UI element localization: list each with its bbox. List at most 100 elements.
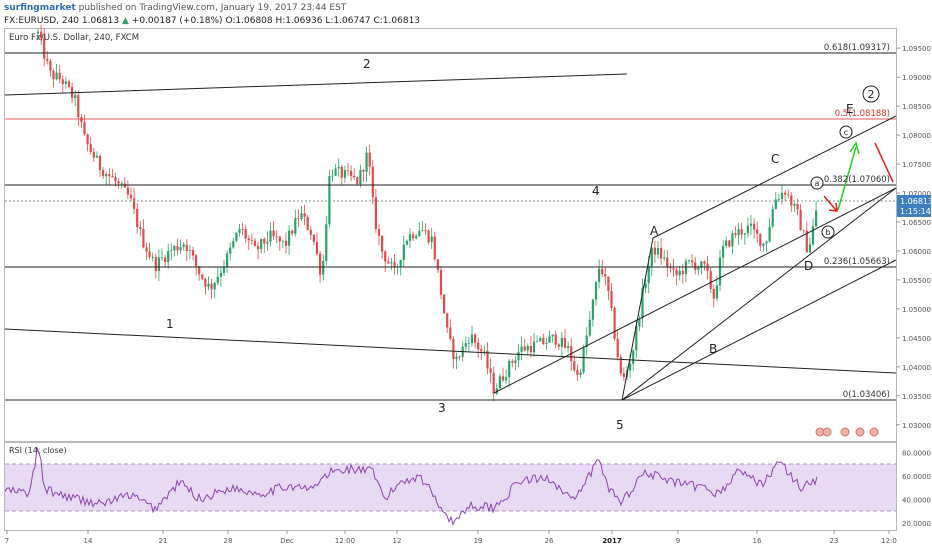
candle-body [408,234,412,241]
fib-label-382: 0.382(1.07060) [824,175,890,185]
candle-body [337,166,340,169]
candle-body [622,373,625,378]
candle-body [703,261,706,264]
candle-body [238,228,241,233]
candle-body [179,247,182,251]
chart-canvas[interactable]: 1.095001.090001.085001.080001.075001.070… [0,0,932,550]
candle-body [660,247,663,259]
candle-body [210,283,213,290]
candle-body [802,230,805,232]
fib-label-50: 0.5(1.08188) [835,109,890,119]
candle-body [666,257,669,267]
candle-body [464,343,467,347]
candle-body [284,240,288,246]
candle-body [452,338,455,360]
candle-body [455,356,458,360]
rsi-tick-label: 40.0000 [902,496,931,504]
svg-text:2: 2 [868,88,875,101]
candle-body [185,244,188,251]
candle-body [594,282,598,300]
candle-body [793,204,796,206]
circled-label-2: 2 [862,85,880,103]
candle-body [46,58,49,61]
candle-body [387,261,390,264]
candle-body [480,349,483,352]
candle-body [98,155,102,171]
wave-label-4: 4 [592,184,600,198]
candle-body [731,233,734,247]
candle-body [95,155,98,158]
candle-body [722,245,725,258]
candle-body [235,232,238,241]
candle-body [557,344,560,347]
price-tick-label: 1.05000 [902,306,931,314]
candle-body [762,243,765,246]
candle-body [167,250,170,262]
candle-body [241,228,244,230]
candle-body [399,259,402,267]
candle-body [598,268,601,283]
rsi-tick-label: 80.0000 [902,449,931,457]
candle-body [653,247,656,255]
candle-body [808,244,811,253]
candle-body [687,260,691,262]
candle-body [415,235,418,239]
price-tick-label: 1.06000 [902,248,931,256]
candle-body [393,262,396,268]
wave-label-1: 1 [166,317,174,331]
candle-body [328,176,331,225]
candle-body [576,370,579,376]
candle-body [105,173,108,177]
rsi-band [5,464,896,511]
candle-body [511,361,514,363]
candle-body [83,122,86,135]
candle-body [427,230,430,243]
time-tick-label: Dec [280,537,294,545]
time-tick-label: 12:00 [335,537,355,545]
wave-label-e: E [846,102,854,116]
candle-body [712,288,715,299]
candle-body [613,307,616,339]
candle-body [201,274,204,279]
candle-body [542,337,545,344]
time-tick-label: 26 [545,537,554,545]
candle-body [780,192,784,199]
fib-label-0: 0(1.03406) [843,390,890,400]
candle-body [86,134,89,145]
candle-body [446,313,449,328]
candle-body [551,334,554,337]
price-tick-label: 1.08000 [902,132,931,140]
candle-body [331,175,334,177]
candle-body [539,337,542,342]
candle-body [195,255,198,267]
candle-body [815,210,818,227]
candle-body [644,283,647,289]
trendline-wave2 [4,73,628,96]
candle-body [362,169,365,172]
candle-body [691,260,694,263]
circled-label-b: b [821,225,835,239]
candle-body [607,276,610,292]
candle-body [247,238,250,241]
candle-body [359,169,362,185]
candle-body [520,346,523,353]
candle-body [489,368,492,373]
candle-body [269,230,272,242]
time-tick-label: 9 [676,537,680,545]
candle-body [381,235,384,252]
candle-body [715,285,718,299]
candle-body [207,283,210,287]
candle-body [777,198,780,200]
candle-body [319,253,322,275]
candle-body [377,229,381,236]
candle-body [117,181,120,184]
svg-text:1:15:14: 1:15:14 [900,207,931,216]
candle-body [312,234,315,242]
economic-events-icon[interactable] [815,427,879,437]
candle-body [145,247,148,252]
candle-body [728,240,731,247]
price-tick-label: 1.07500 [902,161,931,169]
candle-body [746,225,749,234]
wave-label-d: D [804,259,813,273]
candle-body [216,276,219,283]
